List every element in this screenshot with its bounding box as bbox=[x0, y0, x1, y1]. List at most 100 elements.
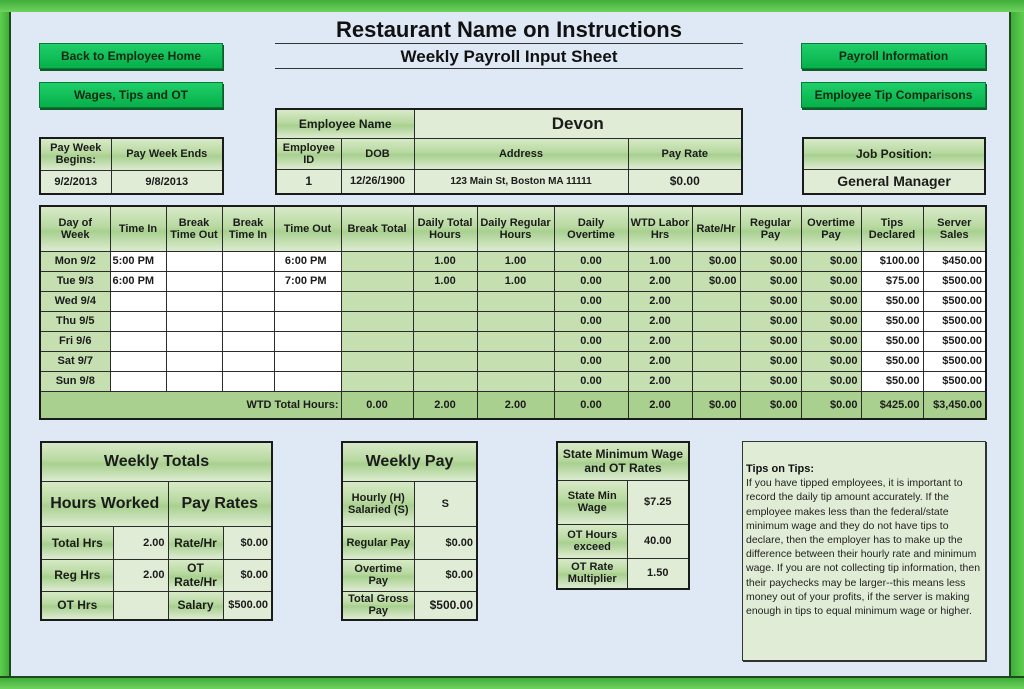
column-header: Day of Week bbox=[39, 205, 111, 252]
timesheet-row: Sun 9/8 0.00 2.00 $0.00 $0.00 $50.00 $500.00 bbox=[39, 370, 987, 392]
cell-break-out[interactable] bbox=[165, 310, 223, 332]
cell-sales[interactable]: $500.00 bbox=[922, 330, 987, 352]
cell-tips[interactable]: $50.00 bbox=[860, 290, 924, 312]
cell-tips[interactable]: $50.00 bbox=[860, 370, 924, 392]
ot-rate-label: OT Rate/Hr bbox=[167, 558, 224, 592]
cell-tips[interactable]: $75.00 bbox=[860, 270, 924, 292]
cell-break-out[interactable] bbox=[165, 330, 223, 352]
cell-sales[interactable]: $450.00 bbox=[922, 250, 987, 272]
cell-time-out[interactable]: 7:00 PM bbox=[273, 270, 342, 292]
employee-tip-comparisons-button[interactable]: Employee Tip Comparisons bbox=[801, 82, 986, 108]
total-hrs-value: 2.00 bbox=[112, 525, 169, 560]
state-rates-title: State Minimum Wage and OT Rates bbox=[556, 441, 690, 481]
cell-regular-pay: $0.00 bbox=[739, 270, 802, 292]
salary-value: $500.00 bbox=[222, 590, 273, 621]
total-sales: $3,450.00 bbox=[922, 390, 987, 420]
window-frame-left bbox=[0, 12, 11, 676]
cell-break-out[interactable] bbox=[165, 250, 223, 272]
cell-time-out[interactable] bbox=[273, 290, 342, 312]
job-position-label: Job Position: bbox=[802, 137, 986, 170]
payroll-information-button[interactable]: Payroll Information bbox=[801, 43, 986, 69]
column-header: Server Sales bbox=[922, 205, 987, 252]
cell-break-total bbox=[340, 330, 414, 352]
cell-daily-ot: 0.00 bbox=[553, 330, 629, 352]
reg-hrs-value: 2.00 bbox=[112, 558, 169, 592]
timesheet-row: Fri 9/6 0.00 2.00 $0.00 $0.00 $50.00 $500.00 bbox=[39, 330, 987, 352]
cell-sales[interactable]: $500.00 bbox=[922, 370, 987, 392]
total-daily-ot: 0.00 bbox=[553, 390, 629, 420]
cell-daily-regular bbox=[476, 310, 555, 332]
employee-name-value[interactable]: Devon bbox=[413, 108, 743, 139]
cell-sales[interactable]: $500.00 bbox=[922, 270, 987, 292]
cell-time-in[interactable] bbox=[109, 370, 167, 392]
cell-time-in[interactable] bbox=[109, 310, 167, 332]
hours-worked-label: Hours Worked bbox=[40, 480, 169, 527]
column-header: WTD Labor Hrs bbox=[627, 205, 693, 252]
state-min-wage-value[interactable]: $7.25 bbox=[626, 479, 690, 525]
pay-week-ends-value[interactable]: 9/8/2013 bbox=[110, 169, 224, 195]
cell-rate: $0.00 bbox=[691, 270, 741, 292]
cell-break-out[interactable] bbox=[165, 290, 223, 312]
page-subtitle: Weekly Payroll Input Sheet bbox=[275, 45, 743, 69]
pay-week-begins-value[interactable]: 9/2/2013 bbox=[39, 169, 112, 195]
cell-sales[interactable]: $500.00 bbox=[922, 350, 987, 372]
cell-break-in[interactable] bbox=[221, 310, 275, 332]
total-wtd-labor: 2.00 bbox=[627, 390, 693, 420]
state-min-wage-label: State Min Wage bbox=[556, 479, 628, 525]
address-value: 123 Main St, Boston MA 11111 bbox=[413, 168, 629, 195]
salary-label: Salary bbox=[167, 590, 224, 621]
wages-tips-ot-button[interactable]: Wages, Tips and OT bbox=[39, 82, 223, 108]
overtime-pay-value: $0.00 bbox=[413, 558, 478, 592]
cell-time-in[interactable]: 5:00 PM bbox=[109, 250, 167, 272]
employee-name-label: Employee Name bbox=[275, 108, 415, 139]
pay-rate-value: $0.00 bbox=[627, 168, 743, 195]
cell-time-in[interactable] bbox=[109, 350, 167, 372]
cell-sales[interactable]: $500.00 bbox=[922, 310, 987, 332]
ot-hours-exceed-value[interactable]: 40.00 bbox=[626, 523, 690, 559]
cell-time-out[interactable] bbox=[273, 350, 342, 372]
cell-daily-regular bbox=[476, 290, 555, 312]
pay-rates-label: Pay Rates bbox=[167, 480, 273, 527]
timesheet-table: Day of Week Time In Break Time Out Break Ti… bbox=[39, 205, 987, 420]
cell-daily-total: 1.00 bbox=[412, 270, 478, 292]
cell-regular-pay: $0.00 bbox=[739, 350, 802, 372]
cell-time-out[interactable] bbox=[273, 330, 342, 352]
cell-break-in[interactable] bbox=[221, 250, 275, 272]
cell-time-out[interactable]: 6:00 PM bbox=[273, 250, 342, 272]
column-header: Break Time In bbox=[221, 205, 275, 252]
cell-tips[interactable]: $100.00 bbox=[860, 250, 924, 272]
cell-break-in[interactable] bbox=[221, 350, 275, 372]
cell-break-out[interactable] bbox=[165, 350, 223, 372]
column-header: Tips Declared bbox=[860, 205, 924, 252]
cell-break-out[interactable] bbox=[165, 370, 223, 392]
job-position-value[interactable]: General Manager bbox=[802, 168, 986, 195]
cell-time-out[interactable] bbox=[273, 370, 342, 392]
cell-time-in[interactable]: 6:00 PM bbox=[109, 270, 167, 292]
column-header: Rate/Hr bbox=[691, 205, 741, 252]
back-to-employee-home-button[interactable]: Back to Employee Home bbox=[39, 43, 223, 69]
cell-time-in[interactable] bbox=[109, 330, 167, 352]
column-header: Daily Regular Hours bbox=[476, 205, 555, 252]
cell-sales[interactable]: $500.00 bbox=[922, 290, 987, 312]
cell-tips[interactable]: $50.00 bbox=[860, 350, 924, 372]
cell-daily-total: 1.00 bbox=[412, 250, 478, 272]
cell-time-out[interactable] bbox=[273, 310, 342, 332]
wtd-total-hours-label: WTD Total Hours: bbox=[39, 390, 342, 420]
cell-daily-regular bbox=[476, 370, 555, 392]
cell-break-out[interactable] bbox=[165, 270, 223, 292]
cell-break-total bbox=[340, 270, 414, 292]
employee-id-value: 1 bbox=[275, 168, 342, 195]
pay-type-value[interactable]: S bbox=[413, 480, 478, 527]
weekly-totals-table: Weekly Totals Hours Worked Pay Rates Tot… bbox=[40, 441, 273, 621]
cell-break-in[interactable] bbox=[221, 270, 275, 292]
ot-rate-multiplier-value[interactable]: 1.50 bbox=[626, 557, 690, 590]
cell-time-in[interactable] bbox=[109, 290, 167, 312]
total-rate: $0.00 bbox=[691, 390, 741, 420]
cell-tips[interactable]: $50.00 bbox=[860, 330, 924, 352]
regular-pay-label: Regular Pay bbox=[341, 525, 415, 560]
cell-break-in[interactable] bbox=[221, 370, 275, 392]
cell-break-in[interactable] bbox=[221, 330, 275, 352]
cell-regular-pay: $0.00 bbox=[739, 310, 802, 332]
cell-tips[interactable]: $50.00 bbox=[860, 310, 924, 332]
cell-break-in[interactable] bbox=[221, 290, 275, 312]
